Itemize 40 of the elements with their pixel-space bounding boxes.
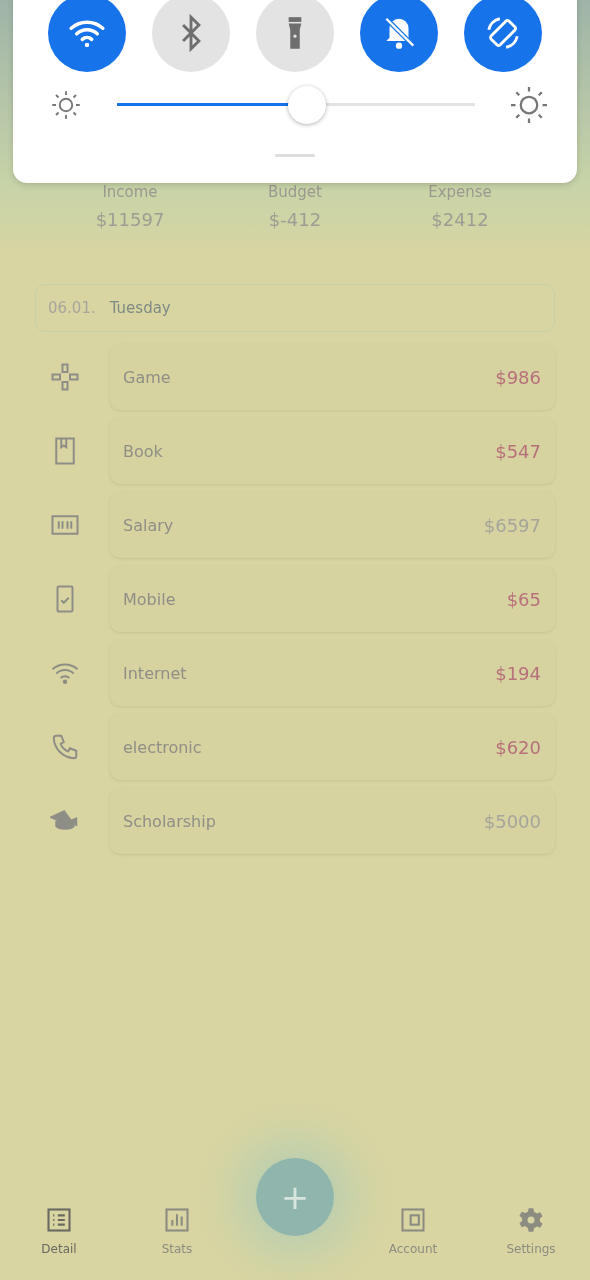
summary-label: Budget [268, 183, 322, 201]
list-icon [45, 1206, 73, 1234]
transaction-amount: $65 [506, 588, 541, 610]
screen-rotate-icon [484, 14, 522, 52]
transaction-amount: $986 [495, 366, 541, 388]
summary-amount: $-412 [268, 209, 322, 230]
transaction-card[interactable]: Book $547 [110, 418, 555, 484]
chart-icon [163, 1206, 191, 1234]
transaction-card[interactable]: Game $986 [110, 344, 555, 410]
summary-label: Income [102, 183, 158, 201]
summary-amount: $2412 [431, 209, 489, 230]
transaction-name: Internet [123, 663, 187, 683]
summary-amount: $11597 [95, 209, 165, 230]
nav-tab[interactable]: Settings [472, 1206, 590, 1256]
nav-tab[interactable]: Account [354, 1206, 472, 1256]
brightness-slider[interactable] [117, 86, 475, 124]
nav-tab[interactable]: Detail [0, 1206, 118, 1256]
transaction-name: Scholarship [123, 811, 216, 831]
add-button[interactable]: + [256, 1158, 334, 1236]
transaction-name: Mobile [123, 589, 176, 609]
transaction-amount: $194 [495, 662, 541, 684]
transaction-name: Game [123, 367, 171, 387]
transaction-card[interactable]: Mobile $65 [110, 566, 555, 632]
transaction-name: Salary [123, 515, 174, 535]
transaction-card[interactable]: electronic $620 [110, 714, 555, 780]
phone-icon [50, 732, 80, 762]
low-brightness-icon [51, 90, 81, 120]
gamepad-icon [50, 362, 80, 392]
transaction-name: Book [123, 441, 163, 461]
transaction-name: electronic [123, 737, 202, 757]
weekday-text: Tuesday [109, 299, 171, 317]
transaction-amount: $547 [495, 440, 541, 462]
drag-handle[interactable] [275, 154, 315, 157]
summary-label: Expense [428, 183, 492, 201]
settings-icon [517, 1206, 545, 1234]
nav-tab[interactable]: Stats [118, 1206, 236, 1256]
transaction-card[interactable]: Internet $194 [110, 640, 555, 706]
ledger-icon [399, 1206, 427, 1234]
transaction-amount: $620 [495, 736, 541, 758]
high-brightness-icon [511, 87, 547, 123]
